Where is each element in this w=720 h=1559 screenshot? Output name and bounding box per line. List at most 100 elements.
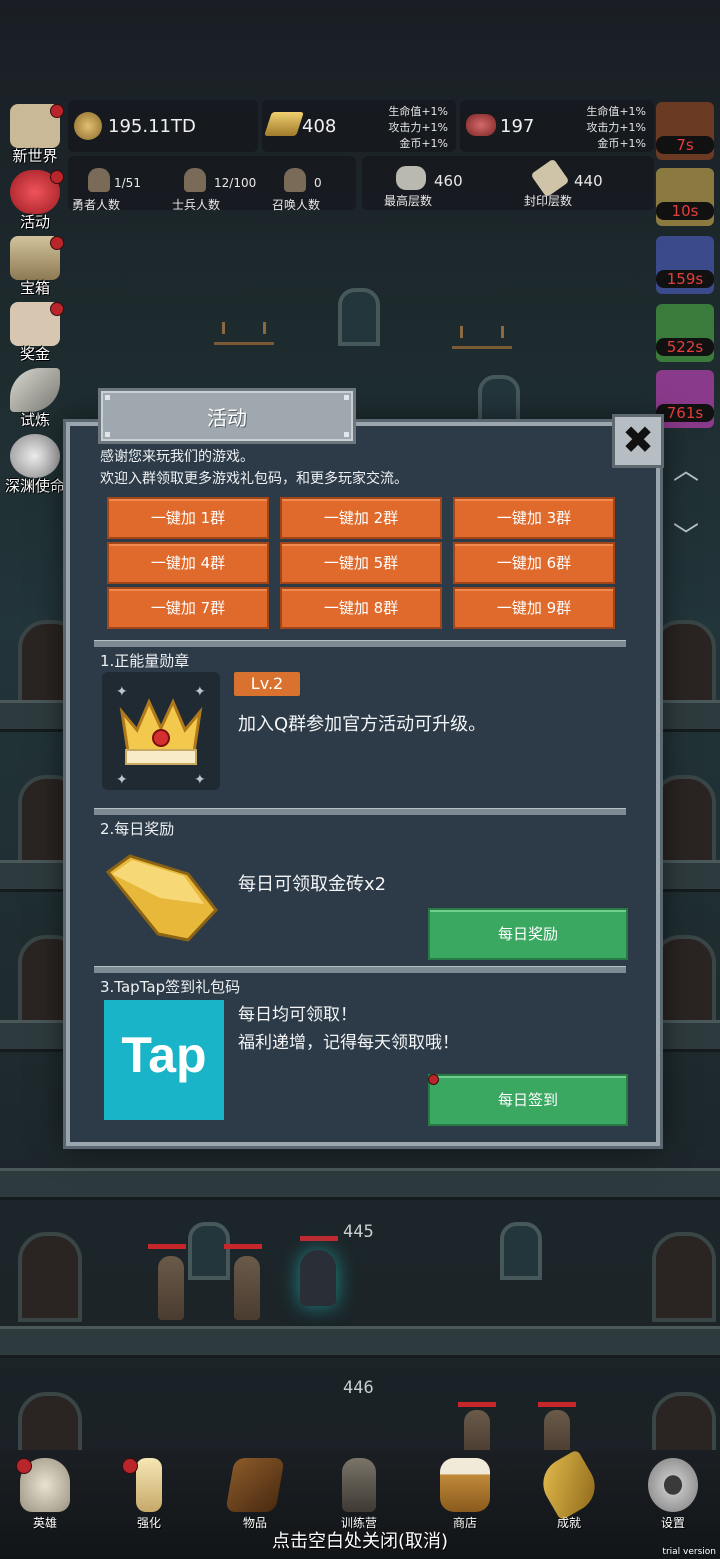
close-hint-text[interactable]: 点击空白处关闭(取消) (0, 1527, 720, 1553)
svg-text:✦: ✦ (116, 772, 128, 788)
floor-ledge (0, 1326, 720, 1358)
nav-items[interactable]: 物品 (210, 1452, 300, 1532)
side-abyss[interactable]: 深渊使命 (2, 430, 68, 496)
candle-icon (136, 1458, 162, 1512)
bonus-hp: 生命值+1% (586, 105, 646, 118)
bonus-hp: 生命值+1% (388, 105, 448, 118)
enemy-hp-bar (458, 1402, 496, 1407)
join-group-6-button[interactable]: 一键加 6群 (453, 542, 615, 584)
nav-shop[interactable]: 商店 (420, 1452, 510, 1532)
join-group-2-button[interactable]: 一键加 2群 (280, 497, 442, 539)
side-bonus[interactable]: 奖金 (2, 298, 68, 364)
timer-text: 7s (656, 136, 714, 154)
beer-mug-icon (440, 1458, 490, 1512)
side-bonus-label: 奖金 (19, 345, 50, 363)
timer-buff-4[interactable]: 522s (656, 304, 714, 362)
side-new-world-label: 新世界 (12, 147, 58, 165)
timer-buff-5[interactable]: 761s (656, 370, 714, 428)
wall-window (500, 1222, 542, 1280)
side-new-world[interactable]: 新世界 (2, 100, 68, 166)
floor-stats-panel: 460 最高层数 440 封印层数 (362, 156, 654, 210)
orb-icon (10, 434, 60, 478)
zombie-enemy[interactable] (464, 1410, 490, 1454)
highest-floor-label: 最高层数 (384, 194, 433, 208)
medal-description: 加入Q群参加官方活动可升级。 (238, 714, 487, 735)
zombie-enemy[interactable] (234, 1256, 260, 1320)
hero-count-label: 勇者人数 (72, 198, 121, 212)
section3-title: 3.TapTap签到礼包码 (100, 978, 241, 996)
intro-line-1: 感谢您来玩我们的游戏。 (100, 449, 254, 465)
timer-text: 10s (656, 202, 714, 220)
wall-window (188, 1222, 230, 1280)
bonus-gold: 金币+1% (597, 137, 646, 150)
sealed-floor: 440 (574, 172, 603, 190)
rivet (105, 432, 110, 437)
nav-settings[interactable]: 设置 (628, 1452, 718, 1532)
daily-signin-button[interactable]: 每日签到 (428, 1074, 628, 1126)
enemy-hp-bar (148, 1244, 186, 1249)
nav-upgrade[interactable]: 强化 (104, 1452, 194, 1532)
scroll-down-icon[interactable]: ﹀ (672, 516, 700, 552)
notification-dot (50, 104, 64, 118)
enemy-hp-bar (300, 1236, 338, 1241)
section-divider (94, 966, 626, 973)
medal-box: ✦ ✦ ✦ ✦ (102, 672, 220, 790)
join-group-3-button[interactable]: 一键加 3群 (453, 497, 615, 539)
gold-coin-icon (74, 112, 102, 140)
daily-reward-description: 每日可领取金砖x2 (238, 874, 387, 895)
enemy-hp-bar (538, 1402, 576, 1407)
ghost-enemy[interactable] (300, 1250, 336, 1306)
soldier-count: 12/100 (214, 176, 257, 190)
zombie-enemy[interactable] (544, 1410, 570, 1454)
side-trial[interactable]: 试炼 (2, 364, 68, 430)
unit-stats-panel: 1/51 勇者人数 12/100 士兵人数 0 召唤人数 (68, 156, 356, 212)
rivet (105, 395, 110, 400)
zombie-enemy[interactable] (158, 1256, 184, 1320)
notification-dot (428, 1074, 439, 1085)
nav-achievements[interactable]: 成就 (524, 1449, 614, 1532)
join-group-9-button[interactable]: 一键加 9群 (453, 587, 615, 629)
join-group-8-button[interactable]: 一键加 8群 (280, 587, 442, 629)
notification-dot (16, 1458, 32, 1474)
daily-reward-button[interactable]: 每日奖励 (428, 908, 628, 960)
side-chest[interactable]: 宝箱 (2, 232, 68, 298)
wall-door (652, 775, 716, 865)
side-chest-label: 宝箱 (19, 279, 50, 297)
summon-count-label: 召唤人数 (272, 198, 321, 212)
meat-panel: 197 生命值+1% 攻击力+1% 金币+1% (460, 100, 654, 152)
modal-title: 活动 (207, 406, 247, 430)
stone-icon (396, 166, 426, 190)
notification-dot (50, 236, 64, 250)
svg-text:✦: ✦ (194, 772, 206, 788)
gold-panel: 195.11TD (68, 100, 258, 152)
wall-door (18, 1232, 82, 1322)
modal-title-plate: 活动 (98, 388, 356, 444)
crown-medal-icon: ✦ ✦ ✦ ✦ (116, 684, 206, 788)
key-icon (533, 1449, 605, 1521)
timer-buff-2[interactable]: 10s (656, 168, 714, 226)
sealed-floor-label: 封印层数 (524, 194, 573, 208)
taptap-line-1: 每日均可领取！ (238, 1005, 357, 1025)
timer-buff-1[interactable]: 7s (656, 102, 714, 160)
scroll-up-icon[interactable]: ︿ (672, 450, 700, 486)
join-group-7-button[interactable]: 一键加 7群 (107, 587, 269, 629)
svg-text:✦: ✦ (116, 684, 128, 700)
timer-text: 159s (656, 270, 714, 288)
join-group-5-button[interactable]: 一键加 5群 (280, 542, 442, 584)
side-event[interactable]: 活动 (2, 166, 68, 232)
svg-text:✦: ✦ (194, 684, 206, 700)
hero-icon (88, 168, 110, 192)
close-icon: ✖ (622, 418, 654, 462)
summon-icon (284, 168, 306, 192)
join-group-4-button[interactable]: 一键加 4群 (107, 542, 269, 584)
modal-close-button[interactable]: ✖ (612, 414, 664, 468)
gold-bar-bonus: 生命值+1% 攻击力+1% 金币+1% (388, 104, 448, 152)
bonus-gold: 金币+1% (399, 137, 448, 150)
taptap-logo-text: Tap (121, 1027, 207, 1083)
book-icon (225, 1458, 285, 1512)
nav-hero[interactable]: 英雄 (0, 1452, 90, 1532)
soldier-count-label: 士兵人数 (172, 198, 221, 212)
timer-buff-3[interactable]: 159s (656, 236, 714, 294)
join-group-1-button[interactable]: 一键加 1群 (107, 497, 269, 539)
nav-training[interactable]: 训练营 (314, 1452, 404, 1532)
